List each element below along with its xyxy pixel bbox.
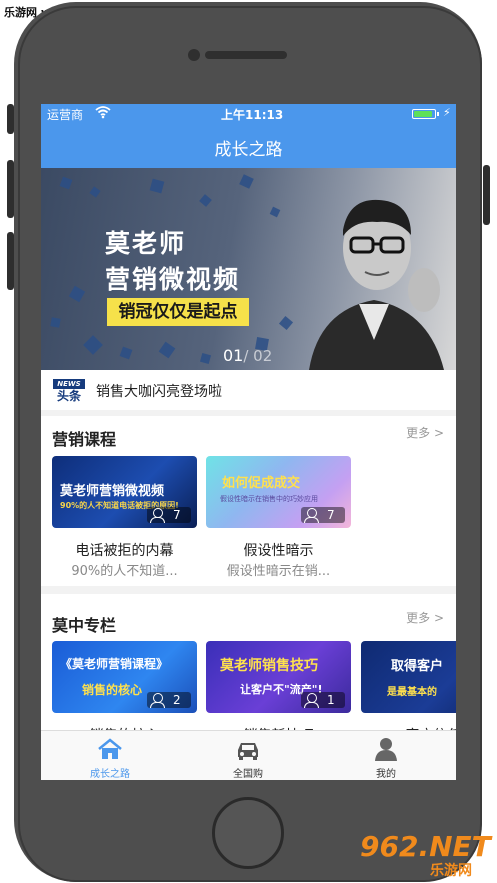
more-link[interactable]: 更多 >: [406, 424, 444, 441]
power-button: [483, 165, 490, 225]
decor-tile: [269, 206, 281, 218]
section-column: 莫中专栏 更多 > 《莫老师营销课程》 销售的核心 2 销售的核心 莫老师销售技…: [41, 594, 456, 744]
presenter-photo: [309, 199, 444, 370]
page-title: 成长之路: [214, 140, 283, 160]
decor-tile: [89, 186, 101, 198]
lesson-count-badge: 1: [301, 692, 345, 708]
banner-tagline: 销冠仅仅是起点: [107, 298, 249, 326]
thumbnail-title: 取得客户: [391, 659, 444, 674]
course-subtitle: 90%的人不知道...: [71, 564, 178, 579]
decor-tile: [83, 335, 103, 355]
battery-tip: [437, 112, 439, 116]
banner-heading: 莫老师: [105, 229, 187, 258]
thumbnail-title: 莫老师销售技巧: [220, 658, 318, 674]
decor-tile: [119, 346, 133, 360]
banner-page-current: 01: [223, 346, 244, 365]
volume-down-button: [7, 232, 14, 290]
tab-label: 成长之路: [90, 769, 130, 780]
tab-profile[interactable]: 我的: [317, 731, 455, 780]
app-screen: 运营商 上午11:13 ⚡ 成长之路 莫老师 营销微视频 销冠仅仅是起点 01/…: [41, 104, 456, 780]
lesson-count-badge: 2: [147, 692, 191, 708]
course-thumbnail: 如何促成成交 假设性暗示在销售中的巧妙应用 7: [206, 456, 351, 528]
wifi-icon: [95, 105, 111, 122]
decor-tile: [239, 174, 254, 189]
banner-page-indicator: 01/ 02: [223, 346, 272, 365]
brand-logo-text: 962.NET: [360, 830, 491, 863]
column-card[interactable]: 取得客户 是最基本的 客户信任: [361, 641, 456, 737]
thumbnail-title: 《莫老师营销课程》: [60, 657, 169, 671]
status-bar: 运营商 上午11:13 ⚡: [41, 104, 456, 124]
carrier-label: 运营商: [47, 108, 84, 122]
decor-tile: [199, 194, 212, 207]
column-thumbnail: 《莫老师营销课程》 销售的核心 2: [52, 641, 197, 713]
user-icon: [375, 738, 397, 761]
banner-page-total: / 02: [243, 347, 273, 365]
tab-growth-path[interactable]: 成长之路: [41, 731, 179, 780]
lesson-count-badge: 7: [147, 507, 191, 523]
tab-label: 我的: [376, 769, 396, 780]
earpiece: [205, 51, 287, 59]
home-icon: [98, 738, 122, 759]
section-title: 莫中专栏: [52, 616, 117, 635]
lesson-count: 2: [173, 693, 181, 707]
column-card[interactable]: 《莫老师营销课程》 销售的核心 2 销售的核心: [52, 641, 197, 744]
decor-tile: [149, 178, 165, 194]
lesson-count: 7: [327, 508, 335, 522]
front-camera: [188, 49, 200, 61]
thumbnail-title: 莫老师营销微视频: [60, 484, 165, 499]
tab-bar: 成长之路 全国购 我的: [41, 730, 456, 780]
decor-tile: [158, 341, 176, 359]
decor-tile: [278, 315, 294, 331]
thumbnail-title: 如何促成成交: [222, 476, 301, 491]
volume-up-button: [7, 160, 14, 218]
lesson-count-badge: 7: [301, 507, 345, 523]
car-icon: [238, 743, 258, 760]
brand-logo: 962.NET 乐游网: [360, 830, 491, 880]
charging-icon: ⚡: [443, 106, 451, 119]
column-thumbnail: 取得客户 是最基本的: [361, 641, 456, 713]
news-badge-bottom: 头条: [56, 389, 81, 403]
thumbnail-caption: 销售的核心: [82, 683, 143, 697]
thumbnail-caption: 假设性暗示在销售中的巧妙应用: [220, 495, 318, 503]
mute-switch: [7, 104, 14, 134]
banner-subheading: 营销微视频: [105, 265, 241, 294]
news-headline-bar[interactable]: NEWS 头条 销售大咖闪亮登场啦: [41, 370, 456, 410]
thumbnail-caption: 是最基本的: [387, 687, 437, 698]
course-thumbnail: 莫老师营销微视频 90%的人不知道电话被拒的原因! 7: [52, 456, 197, 528]
banner-carousel[interactable]: 莫老师 营销微视频 销冠仅仅是起点 01/ 02: [41, 168, 456, 370]
section-title: 营销课程: [52, 430, 117, 449]
column-thumbnail: 莫老师销售技巧 让客户不"流产"! 1: [206, 641, 351, 713]
course-subtitle: 假设性暗示在销...: [226, 564, 331, 579]
nav-bar: 成长之路: [41, 124, 456, 168]
tab-label: 全国购: [233, 769, 263, 780]
clock-time: 上午11:13: [221, 108, 284, 122]
course-title: 电话被拒的内幕: [75, 543, 174, 559]
brand-logo-subtext: 乐游网: [430, 863, 472, 879]
decor-tile: [68, 285, 86, 303]
course-title: 假设性暗示: [243, 543, 314, 559]
section-marketing-courses: 营销课程 更多 > 莫老师营销微视频 90%的人不知道电话被拒的原因! 7 电话…: [41, 416, 456, 586]
column-card[interactable]: 莫老师销售技巧 让客户不"流产"! 1 销售新技巧: [206, 641, 351, 744]
battery-icon: [412, 109, 436, 119]
lesson-count: 7: [173, 508, 181, 522]
lesson-count: 1: [327, 693, 335, 707]
decor-tile: [50, 317, 61, 328]
course-card[interactable]: 如何促成成交 假设性暗示在销售中的巧妙应用 7 假设性暗示 假设性暗示在销...: [206, 456, 351, 580]
news-badge-top: NEWS: [53, 379, 85, 389]
news-badge: NEWS 头条: [53, 379, 85, 403]
decor-tile: [59, 176, 73, 190]
decor-tile: [199, 352, 212, 365]
headline-text: 销售大咖闪亮登场啦: [96, 384, 222, 400]
home-button[interactable]: [212, 797, 284, 869]
course-card[interactable]: 莫老师营销微视频 90%的人不知道电话被拒的原因! 7 电话被拒的内幕 90%的…: [52, 456, 197, 580]
tab-nationwide[interactable]: 全国购: [179, 731, 317, 780]
more-link[interactable]: 更多 >: [406, 609, 444, 626]
